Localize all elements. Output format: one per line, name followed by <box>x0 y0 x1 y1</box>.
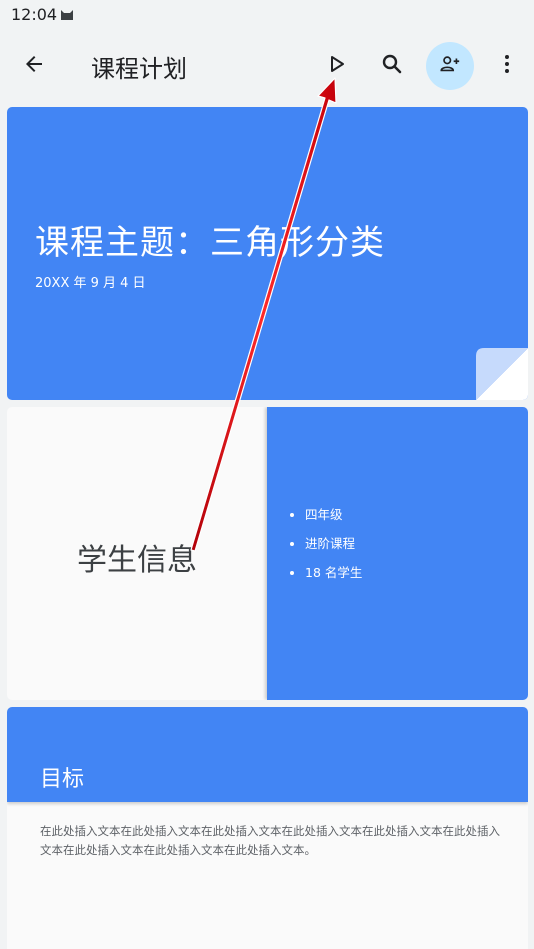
arrow-back-icon <box>22 52 46 80</box>
app-bar: 课程计划 <box>0 30 534 102</box>
status-time: 12:04 <box>11 5 58 24</box>
more-options-button[interactable] <box>487 46 527 86</box>
present-button[interactable] <box>316 46 356 86</box>
slide-1-title: 课程主题：三角形分类 <box>35 223 385 263</box>
play-icon <box>324 52 348 80</box>
person-add-icon <box>439 53 461 79</box>
slide-2-title: 学生信息 <box>77 543 197 578</box>
slide-2-info-panel: 四年级 进阶课程 18 名学生 <box>267 407 528 700</box>
search-icon <box>380 52 404 80</box>
slide-2-thumbnail[interactable]: 学生信息 四年级 进阶课程 18 名学生 <box>7 407 528 700</box>
back-button[interactable] <box>14 46 54 86</box>
search-button[interactable] <box>372 46 412 86</box>
slide-1-date: 20XX 年 9 月 4 日 <box>35 276 146 291</box>
list-item: 进阶课程 <box>305 536 362 551</box>
list-item: 四年级 <box>305 507 362 522</box>
cat-icon <box>60 6 74 25</box>
slide-3-thumbnail[interactable]: 目标 在此处插入文本在此处插入文本在此处插入文本在此处插入文本在此处插入文本在此… <box>7 707 528 949</box>
slide-3-body-text: 在此处插入文本在此处插入文本在此处插入文本在此处插入文本在此处插入文本在此处插入… <box>40 824 500 857</box>
student-info-list: 四年级 进阶课程 18 名学生 <box>287 507 362 594</box>
slide-1-thumbnail[interactable]: 课程主题：三角形分类 20XX 年 9 月 4 日 <box>7 107 528 400</box>
list-item: 18 名学生 <box>305 565 362 580</box>
page-fold-decoration <box>476 348 528 400</box>
slide-3-title: 目标 <box>40 767 85 792</box>
share-button[interactable] <box>426 42 474 90</box>
page-title: 课程计划 <box>91 55 187 83</box>
status-bar: 12:04 <box>0 0 534 30</box>
more-vert-icon <box>495 52 519 80</box>
slide-3-header: 目标 <box>7 707 528 802</box>
